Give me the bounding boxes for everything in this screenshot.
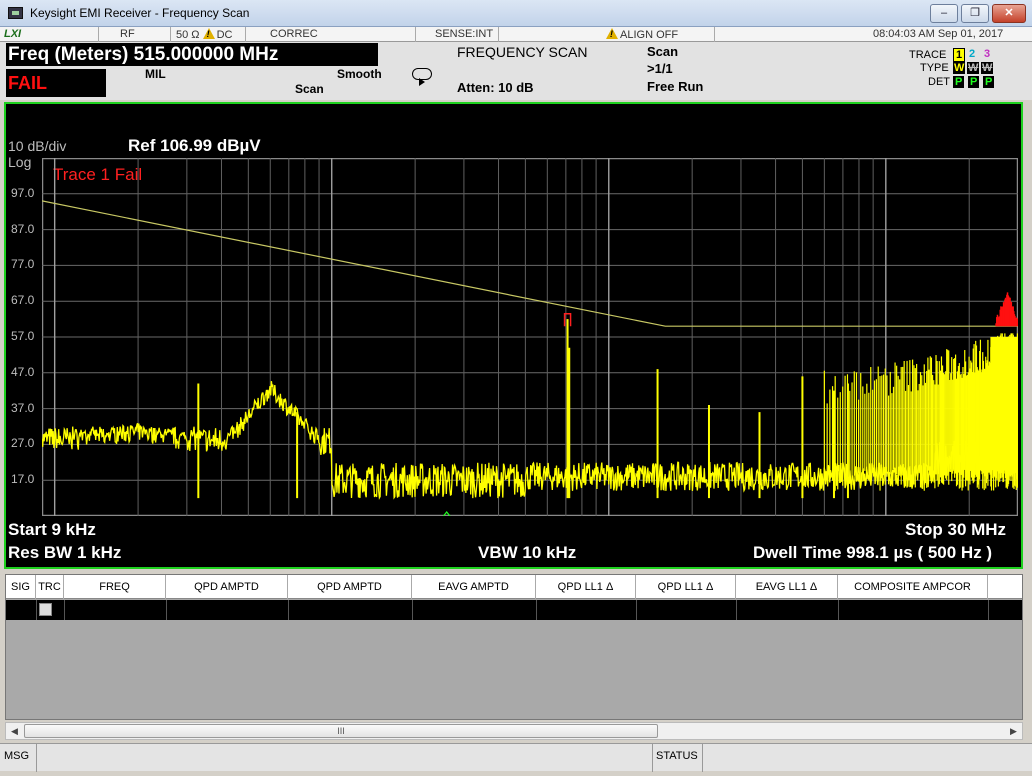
emi-receiver-window: Keysight EMI Receiver - Frequency Scan –… (0, 0, 1032, 776)
scan-label: Scan (647, 44, 679, 59)
warning-icon (202, 28, 215, 39)
graticule (42, 158, 1018, 516)
trace-3-number[interactable]: 3 (984, 48, 990, 60)
stop-frequency[interactable]: Stop 30 MHz (905, 520, 1006, 540)
scroll-left-arrow-icon[interactable]: ◀ (6, 723, 23, 739)
sense-label: SENSE:INT (435, 28, 494, 40)
close-button[interactable]: ✕ (992, 4, 1026, 23)
freq-meters-readout[interactable]: Freq (Meters) 515.000000 MHz (6, 43, 378, 66)
spectrum-plot[interactable] (42, 158, 1018, 516)
scroll-right-arrow-icon[interactable]: ▶ (1005, 723, 1022, 739)
correc-label: CORREC (270, 28, 318, 40)
title-bar: Keysight EMI Receiver - Frequency Scan –… (0, 0, 1032, 27)
smooth-label: Smooth (337, 67, 382, 81)
scale-per-div: 10 dB/div (8, 138, 67, 154)
mode-title: FREQUENCY SCAN (457, 44, 588, 60)
res-bw[interactable]: Res BW 1 kHz (8, 543, 121, 563)
bottom-status-bar: MSG STATUS (0, 743, 1032, 772)
lxi-indicator: LXI (4, 28, 22, 40)
table-header-cell[interactable]: QPD AMPTD (166, 575, 288, 599)
trace-2-type: W (967, 62, 980, 74)
rf-input-label: RF (120, 28, 135, 40)
horizontal-scrollbar[interactable]: ◀ III ▶ (5, 722, 1023, 740)
table-header-cell[interactable]: EAVG LL1 Δ (736, 575, 838, 599)
det-label: DET (928, 76, 950, 88)
maximize-button[interactable]: ❐ (961, 4, 989, 23)
align-warning-icon (606, 28, 618, 39)
vbw[interactable]: VBW 10 kHz (478, 543, 576, 563)
scan-type-label: Scan (295, 82, 324, 96)
table-header-cell[interactable]: TRC (36, 575, 64, 599)
atten-label: Atten: 10 dB (457, 80, 534, 95)
trigger-free-run: Free Run (647, 79, 704, 94)
trace-2-det: P (968, 76, 980, 88)
y-tick-label: 87.0 (11, 221, 35, 236)
trace-3-type: W (981, 62, 994, 74)
coupling-text: DC (216, 29, 233, 41)
msg-label: MSG (4, 750, 30, 762)
signal-checkbox[interactable] (39, 603, 52, 616)
y-tick-label: 27.0 (11, 436, 35, 451)
trace-1-type: W (953, 62, 966, 74)
y-tick-label: 97.0 (11, 185, 35, 200)
continuous-loop-icon (412, 68, 432, 86)
status-label: STATUS (656, 750, 698, 762)
scan-count: >1/1 (647, 61, 673, 76)
scroll-thumb[interactable]: III (24, 724, 658, 738)
dwell-time[interactable]: Dwell Time 998.1 µs ( 500 Hz ) (753, 543, 992, 563)
table-header-cell[interactable]: QPD LL1 Δ (636, 575, 736, 599)
app-icon (8, 7, 23, 19)
y-tick-label: 77.0 (11, 257, 35, 272)
scale-type: Log (8, 154, 32, 170)
y-tick-label: 57.0 (11, 329, 35, 343)
start-frequency[interactable]: Start 9 kHz (8, 520, 96, 540)
align-text: ALIGN OFF (620, 29, 679, 41)
table-row[interactable] (6, 600, 1022, 620)
table-header-cell[interactable]: QPD AMPTD (288, 575, 412, 599)
limit-line (42, 200, 1018, 327)
y-tick-label: 17.0 (11, 472, 35, 487)
table-header-cell[interactable]: QPD LL1 Δ (536, 575, 636, 599)
impedance-label: 50 Ω DC (176, 28, 232, 41)
fail-indicator: FAIL (6, 69, 106, 97)
impedance-text: 50 Ω (176, 29, 200, 41)
table-header-cell[interactable]: COMPOSITE AMPCOR (838, 575, 988, 599)
y-tick-label: 37.0 (11, 400, 35, 415)
trace-1-number[interactable]: 1 (953, 48, 966, 62)
timestamp: 08:04:03 AM Sep 01, 2017 (873, 28, 1004, 40)
ref-level[interactable]: Ref 106.99 dBµV (128, 136, 261, 156)
trace-2-number[interactable]: 2 (969, 48, 975, 60)
y-tick-label: 67.0 (11, 293, 35, 308)
signal-list-table: SIG TRC FREQ QPD AMPTD QPD AMPTD EAVG AMPTD QP… (5, 574, 1023, 720)
table-header-cell[interactable]: EAVG AMPTD (412, 575, 536, 599)
instrument-status-strip: LXI RF 50 Ω DC CORREC SENSE:INT ALIGN OF… (0, 27, 1032, 42)
align-label: ALIGN OFF (606, 28, 678, 41)
table-header: SIG TRC FREQ QPD AMPTD QPD AMPTD EAVG AMPTD QP… (6, 575, 1022, 599)
type-label: TYPE (920, 62, 949, 74)
table-header-cell[interactable]: FREQ (64, 575, 166, 599)
trace-1-det: P (953, 76, 965, 88)
trace-3-det: P (983, 76, 995, 88)
y-tick-label: 47.0 (11, 364, 35, 379)
minimize-button[interactable]: – (930, 4, 958, 23)
window-title: Keysight EMI Receiver - Frequency Scan (30, 6, 250, 20)
mil-label: MIL (145, 67, 166, 81)
table-header-cell[interactable]: SIG (6, 575, 36, 599)
trace-label: TRACE (909, 49, 947, 61)
